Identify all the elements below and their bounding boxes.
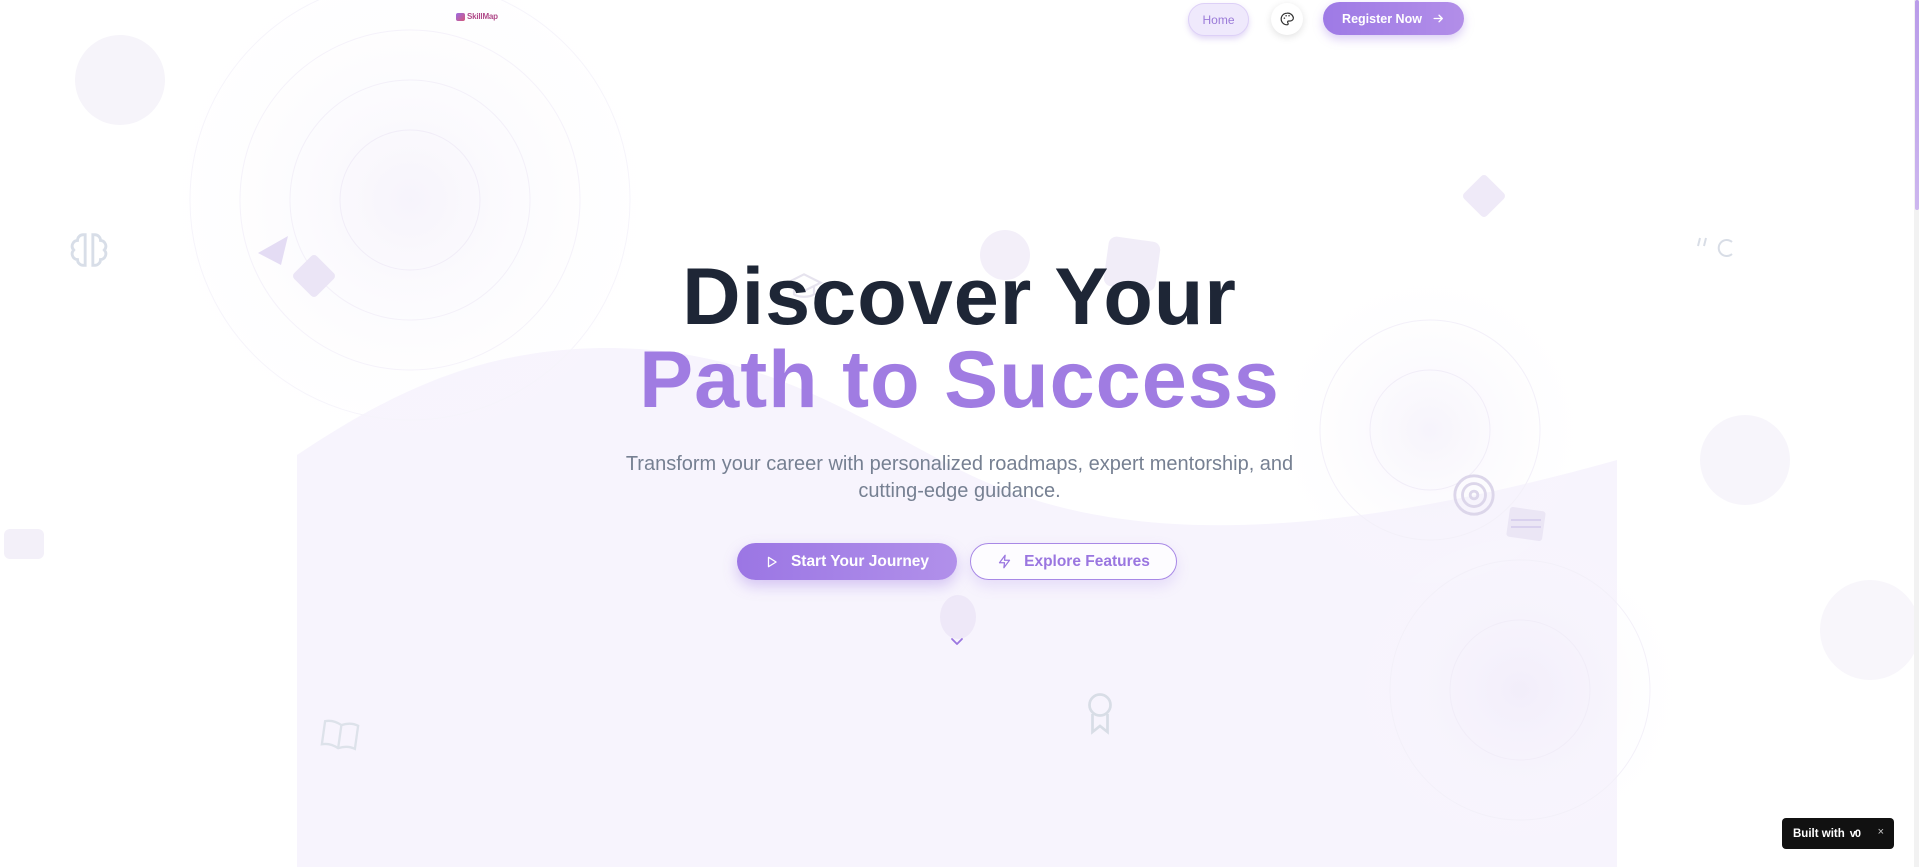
zap-icon	[998, 554, 1011, 569]
palette-icon	[1280, 12, 1294, 26]
book-icon	[320, 719, 360, 751]
hero-subtitle-line2: cutting-edge guidance.	[858, 480, 1061, 502]
v0-logo: v0	[1849, 827, 1861, 840]
landing-page: SkillMap Home Register Now Discover Your…	[0, 0, 1919, 867]
logo-icon	[456, 12, 465, 21]
chevron-down-icon[interactable]	[950, 637, 964, 647]
award-icon	[1088, 693, 1112, 735]
logo-text: SkillMap	[467, 12, 498, 21]
register-button[interactable]: Register Now	[1323, 2, 1464, 35]
nav-home-link[interactable]: Home	[1188, 3, 1249, 36]
play-icon	[767, 556, 777, 567]
hero-subtitle-line1: Transform your career with personalized …	[625, 453, 1294, 475]
start-journey-label: Start Your Journey	[790, 552, 930, 570]
scrollbar-thumb[interactable]	[1915, 0, 1919, 210]
hero-title-line2: Path to Success	[639, 335, 1280, 425]
explore-features-button[interactable]: Explore Features	[970, 543, 1177, 580]
background-wave	[4, 0, 1919, 867]
theme-toggle-button[interactable]	[1271, 3, 1303, 35]
close-icon[interactable]: ×	[1878, 826, 1884, 838]
register-label: Register Now	[1342, 11, 1422, 26]
arrow-right-icon	[1433, 14, 1443, 23]
hero-subtitle: Transform your career with personalized …	[0, 451, 1919, 505]
hero-title-line1: Discover Your	[682, 252, 1237, 342]
built-with-label: Built with	[1793, 827, 1845, 840]
start-journey-button[interactable]: Start Your Journey	[737, 543, 957, 580]
logo[interactable]: SkillMap	[456, 12, 498, 21]
explore-features-label: Explore Features	[1024, 552, 1150, 570]
built-with-badge[interactable]: Built with v0 ×	[1782, 818, 1894, 849]
